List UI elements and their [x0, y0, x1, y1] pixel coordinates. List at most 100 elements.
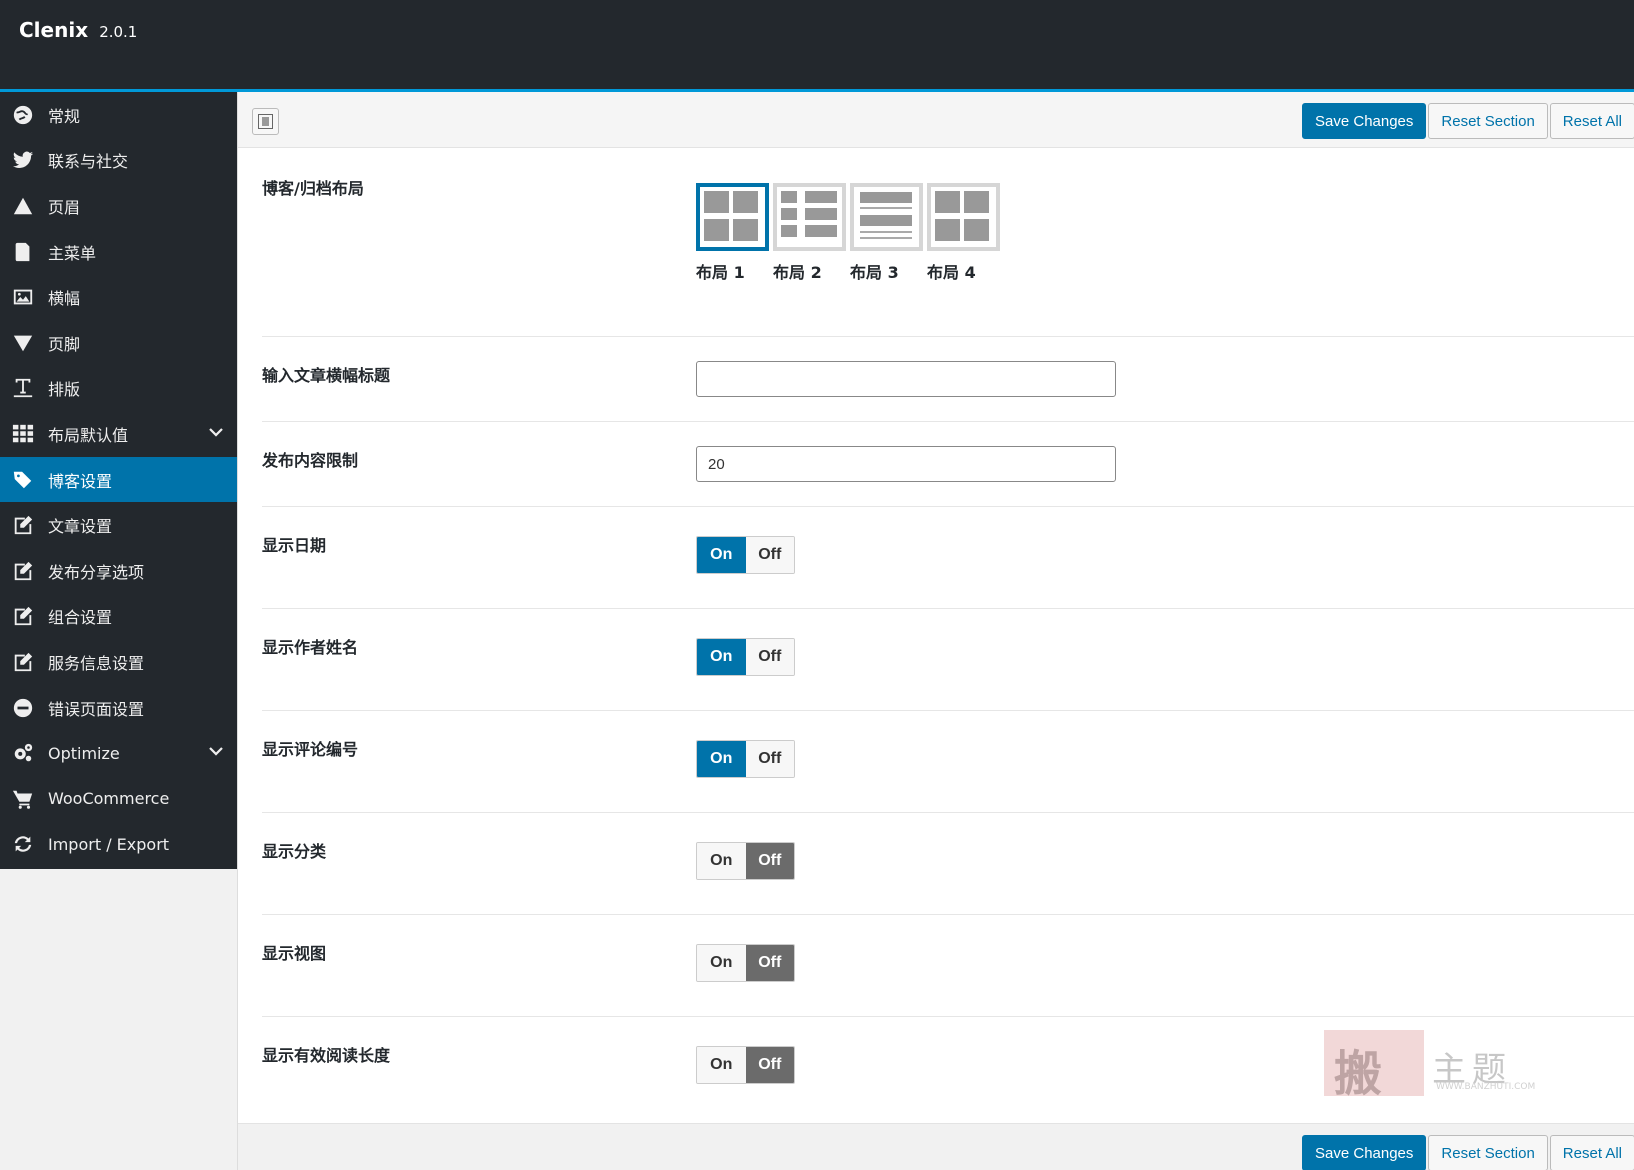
switch-off[interactable]: Off — [745, 537, 794, 573]
chevron-down-icon[interactable] — [207, 423, 225, 445]
field-show-author: 显示作者姓名 On Off — [262, 609, 1634, 711]
field-label: 发布内容限制 — [262, 451, 359, 470]
edit-icon — [11, 650, 35, 674]
save-button-bottom[interactable]: Save Changes — [1302, 1135, 1427, 1170]
sidebar-item-label: 主菜单 — [48, 243, 97, 263]
layout-thumb-1 — [696, 183, 769, 251]
switch-on[interactable]: On — [697, 639, 746, 675]
layout-option-label: 布局 4 — [927, 263, 976, 282]
layout-thumb-2 — [773, 183, 846, 251]
chevron-down-icon[interactable] — [207, 742, 225, 764]
show-author-switch[interactable]: On Off — [696, 638, 795, 676]
layout-thumb-4 — [927, 183, 1000, 251]
switch-off[interactable]: Off — [745, 1047, 794, 1083]
reset-all-button-bottom[interactable]: Reset All — [1549, 1135, 1634, 1170]
show-reading-length-switch[interactable]: On Off — [696, 1046, 795, 1084]
bottom-toolbar-buttons: Save Changes Reset Section Reset All — [1300, 1135, 1634, 1170]
book-icon — [11, 240, 35, 264]
save-button[interactable]: Save Changes — [1302, 103, 1427, 139]
top-toolbar: Save Changes Reset Section Reset All — [238, 92, 1634, 148]
field-show-views: 显示视图 On Off — [262, 915, 1634, 1017]
sidebar-item-banner[interactable]: 横幅 — [0, 274, 237, 320]
switch-off[interactable]: Off — [745, 741, 794, 777]
top-header: Clenix 2.0.1 — [0, 0, 1634, 92]
field-label: 输入文章横幅标题 — [262, 366, 391, 385]
text-cursor-icon — [11, 376, 35, 400]
sidebar-item-footer[interactable]: 页脚 — [0, 320, 237, 366]
sidebar-item-label: 错误页面设置 — [48, 699, 145, 719]
layout-option-label: 布局 2 — [773, 263, 822, 282]
reset-all-button[interactable]: Reset All — [1549, 103, 1634, 139]
sidebar-item-import-export[interactable]: Import / Export — [0, 822, 237, 868]
sidebar-item-label: 文章设置 — [48, 517, 113, 537]
field-label: 显示有效阅读长度 — [262, 1046, 391, 1065]
sidebar-item-label: WooCommerce — [48, 789, 170, 809]
settings-panel: Save Changes Reset Section Reset All 博客/… — [237, 92, 1634, 1170]
layout-thumb-3 — [850, 183, 923, 251]
show-views-switch[interactable]: On Off — [696, 944, 795, 982]
cart-icon — [11, 787, 35, 811]
sidebar-item-label: 横幅 — [48, 289, 81, 309]
reset-section-button[interactable]: Reset Section — [1428, 103, 1548, 139]
triangle-up-icon — [11, 194, 35, 218]
switch-on[interactable]: On — [697, 537, 746, 573]
sidebar-item-label: 发布分享选项 — [48, 562, 145, 582]
switch-on[interactable]: On — [697, 1047, 746, 1083]
excerpt-limit-input[interactable] — [696, 446, 1116, 482]
show-date-switch[interactable]: On Off — [696, 536, 795, 574]
field-label: 显示视图 — [262, 944, 327, 963]
tags-icon — [11, 468, 35, 492]
switch-on[interactable]: On — [697, 843, 746, 879]
sidebar-item-error-page[interactable]: 错误页面设置 — [0, 685, 237, 731]
banner-title-input[interactable] — [696, 361, 1116, 397]
edit-icon — [11, 559, 35, 583]
switch-off[interactable]: Off — [745, 639, 794, 675]
expand-options-button[interactable] — [252, 108, 279, 135]
expand-icon — [258, 114, 273, 129]
sidebar-item-label: 页眉 — [48, 197, 81, 217]
sidebar-item-contact-social[interactable]: 联系与社交 — [0, 138, 237, 184]
layout-picker: 布局 1 布局 2 布局 3 布局 4 — [696, 183, 1004, 283]
show-category-switch[interactable]: On Off — [696, 842, 795, 880]
field-label: 显示作者姓名 — [262, 638, 359, 657]
sidebar-item-label: Optimize — [48, 743, 120, 763]
refresh-icon — [11, 832, 35, 856]
sidebar-item-post-settings[interactable]: 文章设置 — [0, 502, 237, 548]
sidebar-item-woocommerce[interactable]: WooCommerce — [0, 776, 237, 822]
switch-off[interactable]: Off — [745, 843, 794, 879]
sidebar-item-layout-defaults[interactable]: 布局默认值 — [0, 411, 237, 457]
sidebar-item-label: Import / Export — [48, 834, 170, 854]
field-label: 显示评论编号 — [262, 740, 359, 759]
twitter-icon — [11, 148, 35, 172]
switch-on[interactable]: On — [697, 945, 746, 981]
sidebar-item-label: 组合设置 — [48, 608, 113, 628]
switch-off[interactable]: Off — [745, 945, 794, 981]
sidebar-item-share-options[interactable]: 发布分享选项 — [0, 548, 237, 594]
sidebar-item-main-menu[interactable]: 主菜单 — [0, 229, 237, 275]
layout-option-1[interactable]: 布局 1 — [696, 183, 771, 283]
layout-option-3[interactable]: 布局 3 — [850, 183, 925, 283]
sidebar-item-optimize[interactable]: Optimize — [0, 730, 237, 776]
sidebar-item-blog-settings[interactable]: 博客设置 — [0, 456, 237, 503]
layout-option-2[interactable]: 布局 2 — [773, 183, 848, 283]
app-version: 2.0.1 — [99, 23, 138, 41]
sidebar: 常规 联系与社交 页眉 主菜单 横幅 页脚 排版 布局默认值 博客设置 文章设置… — [0, 92, 237, 869]
edit-icon — [11, 604, 35, 628]
sidebar-item-label: 常规 — [48, 106, 81, 126]
switch-on[interactable]: On — [697, 741, 746, 777]
show-comments-switch[interactable]: On Off — [696, 740, 795, 778]
field-label: 显示日期 — [262, 536, 327, 555]
layout-option-4[interactable]: 布局 4 — [927, 183, 1002, 283]
sidebar-item-portfolio-settings[interactable]: 组合设置 — [0, 594, 237, 640]
field-show-comments: 显示评论编号 On Off — [262, 711, 1634, 813]
sidebar-item-typography[interactable]: 排版 — [0, 366, 237, 412]
field-show-category: 显示分类 On Off — [262, 813, 1634, 915]
field-excerpt-limit: 发布内容限制 — [262, 422, 1634, 507]
sidebar-item-header[interactable]: 页眉 — [0, 183, 237, 229]
sidebar-item-service-settings[interactable]: 服务信息设置 — [0, 639, 237, 685]
reset-section-button-bottom[interactable]: Reset Section — [1428, 1135, 1548, 1170]
sidebar-item-general[interactable]: 常规 — [0, 92, 237, 138]
sidebar-item-label: 排版 — [48, 380, 81, 400]
field-blog-layout: 博客/归档布局 布局 1 布局 2 布局 3 布局 4 — [262, 148, 1634, 337]
grid-icon — [11, 422, 35, 446]
